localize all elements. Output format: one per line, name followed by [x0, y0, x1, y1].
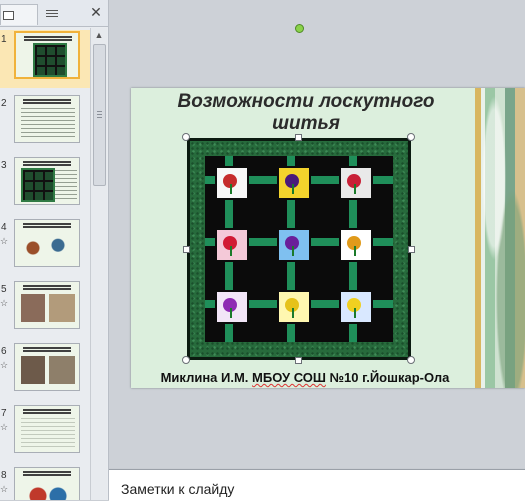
stem-icon: [354, 184, 356, 194]
slide-number: 3: [1, 160, 7, 171]
thumbnail-preview: [14, 343, 80, 391]
close-icon[interactable]: ✕: [89, 6, 103, 20]
pane-tabs: ✕: [0, 0, 108, 27]
stem-icon: [292, 308, 294, 318]
thumbnail-scrollbar[interactable]: ▲: [90, 28, 107, 500]
slide-number: 7: [1, 408, 7, 419]
thumbnail-preview: [14, 281, 80, 329]
outline-tab[interactable]: [40, 4, 70, 24]
resize-handle-sw[interactable]: [182, 356, 190, 364]
slide-number: 6: [1, 346, 7, 357]
slide-number: 5: [1, 284, 7, 295]
resize-handle-nw[interactable]: [182, 133, 190, 141]
slide-number: 8: [1, 470, 7, 481]
quilt-flower-block: [215, 228, 249, 262]
resize-handle-ne[interactable]: [407, 133, 415, 141]
quilt-flower-block: [277, 228, 311, 262]
quilt-flower-block: [215, 166, 249, 200]
thumbnail-list: 1 2 3 4 ☆ 5 ☆ 6 ☆ 7 ☆ 8 ☆: [0, 28, 90, 500]
slide-editor: Возможности лоскутного шитья Миклина И.М…: [109, 0, 525, 468]
school-text: МБОУ СОШ: [252, 370, 326, 385]
slides-tab-icon: [3, 11, 14, 20]
scroll-thumb[interactable]: [93, 44, 106, 186]
stem-icon: [292, 184, 294, 194]
slide-thumbnail-2[interactable]: 2: [0, 94, 90, 152]
slide-thumbnail-1[interactable]: 1: [0, 30, 90, 88]
scroll-up-icon[interactable]: ▲: [94, 30, 104, 40]
current-slide: Возможности лоскутного шитья Миклина И.М…: [131, 88, 525, 388]
quilt-flower-block: [277, 166, 311, 200]
stem-icon: [292, 246, 294, 256]
location-text: №10 г.Йошкар-Ола: [325, 370, 450, 385]
thumbnail-preview: [14, 31, 80, 79]
transition-star-icon: ☆: [0, 484, 9, 494]
slide-thumbnail-7[interactable]: 7 ☆: [0, 404, 90, 462]
quilt-flower-block: [215, 290, 249, 324]
slide-footer[interactable]: Миклина И.М. МБОУ СОШ №10 г.Йошкар-Ола: [145, 370, 465, 385]
grip-icon: [97, 111, 102, 118]
quilt-flower-block: [339, 290, 373, 324]
slide-number: 1: [1, 34, 7, 45]
transition-star-icon: ☆: [0, 360, 9, 370]
slide-number: 2: [1, 98, 7, 109]
thumbnail-preview: [14, 157, 80, 205]
slide-thumbnail-3[interactable]: 3: [0, 156, 90, 214]
decorative-side-image: [475, 88, 525, 388]
slide-thumbnail-4[interactable]: 4 ☆: [0, 218, 90, 276]
slide-title[interactable]: Возможности лоскутного шитья: [161, 91, 451, 135]
resize-handle-w[interactable]: [183, 246, 190, 253]
thumbnail-preview: [14, 95, 80, 143]
thumbnail-preview: [14, 219, 80, 267]
slides-tab[interactable]: [0, 4, 38, 25]
outline-tab-icon: [46, 10, 58, 19]
resize-handle-se[interactable]: [407, 356, 415, 364]
resize-handle-e[interactable]: [408, 246, 415, 253]
quilt-image[interactable]: [187, 138, 411, 360]
slide-thumbnail-5[interactable]: 5 ☆: [0, 280, 90, 338]
quilt-flower-block: [339, 228, 373, 262]
resize-handle-n[interactable]: [295, 134, 302, 141]
slide-number: 4: [1, 222, 7, 233]
notes-pane[interactable]: Заметки к слайду: [109, 469, 525, 501]
rotate-handle[interactable]: [295, 24, 304, 33]
slides-pane: ✕ 1 2 3 4 ☆ 5 ☆ 6 ☆ 7 ☆ 8 ☆ ▲: [0, 0, 109, 500]
stem-icon: [230, 246, 232, 256]
transition-star-icon: ☆: [0, 422, 9, 432]
slide-thumbnail-6[interactable]: 6 ☆: [0, 342, 90, 400]
resize-handle-s[interactable]: [295, 357, 302, 364]
stem-icon: [230, 308, 232, 318]
quilt-flower-block: [277, 290, 311, 324]
stem-icon: [230, 184, 232, 194]
quilt-flower-block: [339, 166, 373, 200]
quilt-blocks: [205, 156, 393, 342]
thumbnail-preview: [14, 467, 80, 500]
slide-thumbnail-8[interactable]: 8 ☆: [0, 466, 90, 500]
notes-placeholder[interactable]: Заметки к слайду: [121, 481, 234, 497]
stem-icon: [354, 308, 356, 318]
author-text: Миклина И.М.: [160, 370, 253, 385]
stem-icon: [354, 246, 356, 256]
quilt-preview: [33, 43, 67, 77]
transition-star-icon: ☆: [0, 236, 9, 246]
thumbnail-preview: [14, 405, 80, 453]
transition-star-icon: ☆: [0, 298, 9, 308]
